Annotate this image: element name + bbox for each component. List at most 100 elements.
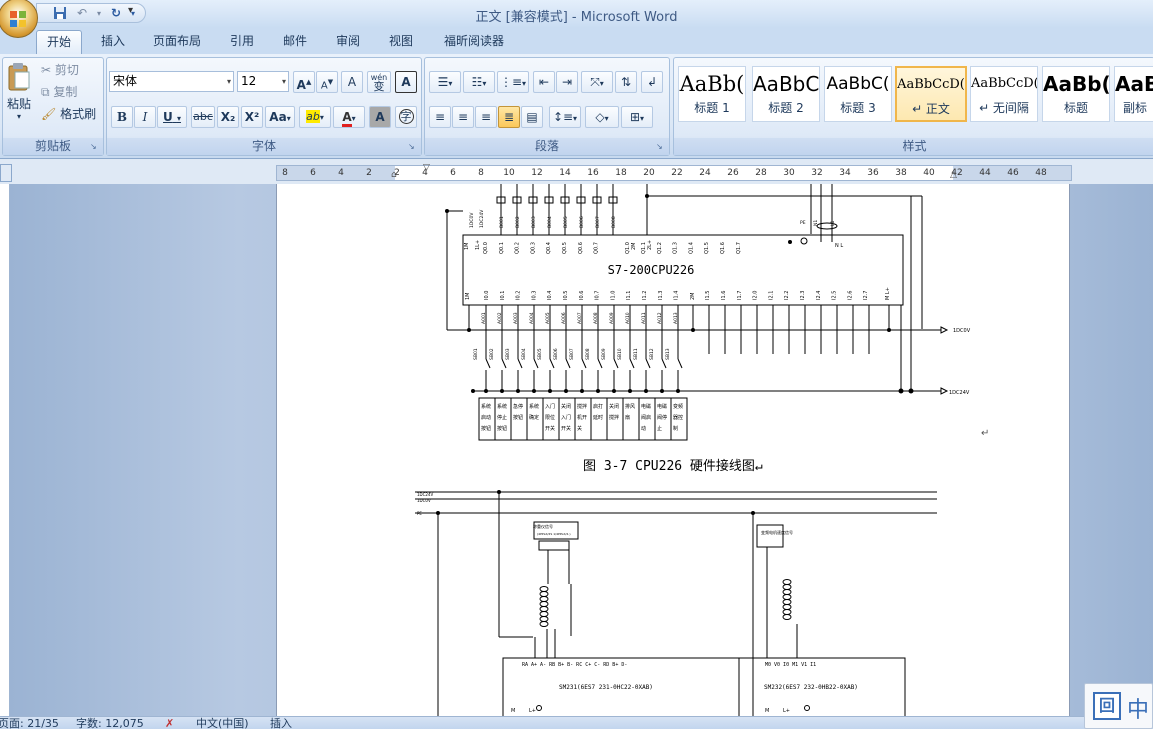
style-heading-3[interactable]: AaBbC(标题 3 <box>824 66 892 122</box>
tab-foxit-reader[interactable]: 福昕阅读器 <box>436 30 512 54</box>
switch-contact <box>677 358 683 369</box>
bullets-button[interactable]: ☰▾ <box>429 71 461 93</box>
enclose-characters-button[interactable]: 字 <box>395 106 417 128</box>
superscript-button[interactable]: X² <box>241 106 263 128</box>
sensor2-title: 变频电机速度信号 <box>761 529 793 535</box>
word-count[interactable]: 字数: 12,075 <box>76 717 144 729</box>
distributed-button[interactable]: ▤ <box>521 106 543 128</box>
insert-mode[interactable]: 插入 <box>270 717 292 729</box>
tab-page-layout[interactable]: 页面布局 <box>146 30 208 54</box>
tab-home[interactable]: 开始 <box>36 30 82 54</box>
tab-view[interactable]: 视图 <box>382 30 420 54</box>
border-icon: ⊞ <box>629 110 641 124</box>
paste-button[interactable]: 粘贴 ▾ <box>5 60 33 132</box>
q-pin-label: Q0.0 <box>483 242 489 254</box>
italic-button[interactable]: I <box>134 106 156 128</box>
twisted-pair <box>539 621 549 627</box>
style-heading-2[interactable]: AaBbC 标题 2 <box>752 66 820 122</box>
pin-label: 2L+ <box>647 240 653 250</box>
clear-formatting-button[interactable]: A <box>341 71 363 93</box>
ime-toolbar[interactable]: 回 中 <box>1084 683 1153 729</box>
align-center-button[interactable]: ≡ <box>452 106 474 128</box>
i-pin-label: I1.2 <box>642 291 648 300</box>
chinese-layout-button[interactable]: ⤧▾ <box>581 71 613 93</box>
ruler-toggle[interactable] <box>0 164 12 182</box>
copy-button[interactable]: ⧉ 复制 <box>41 82 77 102</box>
input-label: A002 <box>497 312 503 324</box>
terminal-label: 器控 <box>673 414 683 421</box>
grow-font-button[interactable]: A▲ <box>293 71 315 93</box>
terminal-label: 限位 <box>545 414 555 421</box>
page-count[interactable]: 页面: 21/35 <box>0 717 59 729</box>
input-label: A003 <box>513 312 519 324</box>
strikethrough-button[interactable]: abc <box>191 106 215 128</box>
justify-button[interactable]: ≣ <box>498 106 520 128</box>
decrease-indent-button[interactable]: ⇤ <box>533 71 555 93</box>
sort-button[interactable]: ⇅ <box>615 71 637 93</box>
ribbon: 粘贴 ▾ ✂ 剪切 ⧉ 复制 🖌 格式刷 剪贴板 ↘ 宋体 ▾ 12 ▾ A▲ A▼… <box>0 54 1153 159</box>
style-heading-1[interactable]: AaBb(标题 1 <box>678 66 746 122</box>
right-indent-icon[interactable]: △ <box>950 170 957 180</box>
style-subtitle[interactable]: AaB副标 <box>1114 66 1153 122</box>
tab-insert[interactable]: 插入 <box>93 30 133 54</box>
input-button-label: SB10 <box>617 348 623 360</box>
terminal-label: 入门 <box>545 403 555 410</box>
subscript-button[interactable]: X₂ <box>217 106 239 128</box>
output-label: B005 <box>563 216 569 228</box>
shrink-font-button[interactable]: A▼ <box>316 71 338 93</box>
terminal-label: 停止 <box>497 414 507 421</box>
first-line-indent-icon[interactable]: ▽ <box>423 163 430 173</box>
style-title[interactable]: AaBb(标题 <box>1042 66 1110 122</box>
terminal-label: 按钮 <box>481 425 491 432</box>
proofing-icon[interactable]: ✗ <box>165 717 174 729</box>
dialog-launcher-icon[interactable]: ↘ <box>656 142 666 152</box>
borders-button[interactable]: ⊞▾ <box>621 106 653 128</box>
tab-review[interactable]: 审阅 <box>329 30 367 54</box>
language[interactable]: 中文(中国) <box>196 717 249 729</box>
align-right-button[interactable]: ≡ <box>475 106 497 128</box>
font-group: 宋体 ▾ 12 ▾ A▲ A▼ A wén 变 A B I U ▾ abc X₂ X²… <box>106 57 422 156</box>
font-size-combo[interactable]: 12 ▾ <box>237 71 289 92</box>
style-no-spacing[interactable]: AaBbCcD(↵ 无间隔 <box>970 66 1038 122</box>
numbering-button[interactable]: ☷▾ <box>463 71 495 93</box>
sort-icon: ⇅ <box>620 75 632 89</box>
output-label: B008 <box>611 216 617 228</box>
indent-marker-icon[interactable]: ⌂ <box>391 170 397 180</box>
paint-bucket-icon: ◇ <box>595 110 605 124</box>
tab-mailings[interactable]: 邮件 <box>276 30 314 54</box>
style-normal[interactable]: AaBbCcD(↵ 正文 <box>895 66 967 122</box>
format-painter-button[interactable]: 🖌 格式刷 <box>41 104 96 124</box>
terminal-label: 确定 <box>529 414 539 421</box>
input-button-label: SB07 <box>569 348 575 360</box>
multilevel-list-button[interactable]: ⋮≡▾ <box>497 71 529 93</box>
align-left-button[interactable]: ≡ <box>429 106 451 128</box>
cut-button[interactable]: ✂ 剪切 <box>41 60 79 80</box>
q-pin-label: Q0.1 <box>499 242 505 254</box>
bold-button[interactable]: B <box>111 106 133 128</box>
ruler-tick: 8 <box>282 168 288 178</box>
document-page[interactable]: B001 B002 B003 B004 B005 B006 B007 B008 1DC0V 1DC… <box>276 184 1070 716</box>
dialog-launcher-icon[interactable]: ↘ <box>408 142 418 152</box>
increase-indent-button[interactable]: ⇥ <box>556 71 578 93</box>
shading-button[interactable]: ◇▾ <box>585 106 619 128</box>
highlight-button[interactable]: ab▾ <box>299 106 331 128</box>
character-border-button[interactable]: A <box>395 71 417 93</box>
font-name-combo[interactable]: 宋体 ▾ <box>109 71 234 92</box>
input-label: A009 <box>609 312 615 324</box>
horizontal-ruler[interactable]: 8 6 4 2 2 4 6 8 10 12 14 16 18 20 22 24 26 28 30 32 34 36 38 40… <box>276 163 1072 181</box>
dialog-launcher-icon[interactable]: ↘ <box>90 142 100 152</box>
ruler-tick: 32 <box>811 168 823 178</box>
change-case-button[interactable]: Aa▾ <box>265 106 295 128</box>
i-pin-label: I2.2 <box>784 291 790 300</box>
line-spacing-button[interactable]: ↕≡▾ <box>549 106 581 128</box>
underline-button[interactable]: U ▾ <box>157 106 187 128</box>
q-pin-label: Q1.5 <box>704 242 710 254</box>
show-marks-button[interactable]: ↲ <box>641 71 663 93</box>
font-color-button[interactable]: A▾ <box>333 106 365 128</box>
paragraph-mark-icon: ↵ <box>981 428 990 439</box>
output-label: B006 <box>579 216 585 228</box>
character-shading-button[interactable]: A <box>369 106 391 128</box>
ime-icon: 回 <box>1093 692 1121 720</box>
tab-references[interactable]: 引用 <box>223 30 261 54</box>
phonetic-guide-button[interactable]: wén 变 <box>367 71 391 93</box>
